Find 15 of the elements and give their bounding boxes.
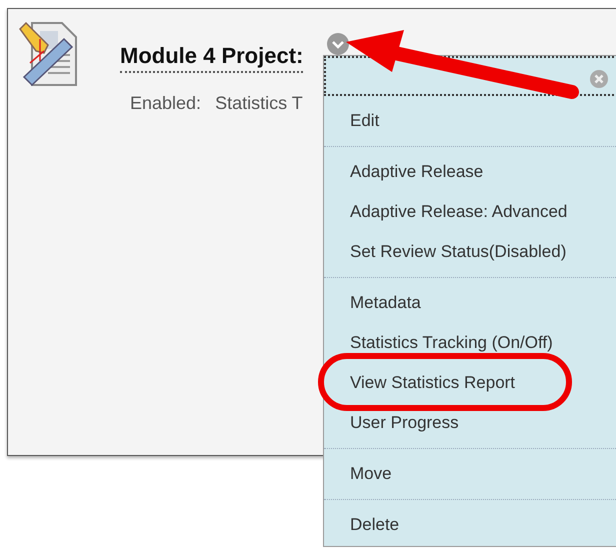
menu-item[interactable]: Adaptive Release: Advanced [324, 192, 616, 232]
menu-item[interactable]: Edit [324, 101, 616, 141]
menu-item[interactable]: Move [324, 454, 616, 494]
menu-item[interactable]: User Progress [324, 403, 616, 443]
menu-item[interactable]: Metadata [324, 283, 616, 323]
menu-item[interactable]: Set Review Status(Disabled) [324, 232, 616, 272]
menu-item[interactable]: Statistics Tracking (On/Off) [324, 323, 616, 363]
status-label: Enabled: [130, 93, 202, 114]
menu-item[interactable]: View Statistics Report [324, 363, 616, 403]
menu-item[interactable]: Delete [324, 505, 616, 545]
status-value: Statistics T [215, 93, 304, 114]
menu-item[interactable]: Adaptive Release [324, 152, 616, 192]
close-icon[interactable] [590, 70, 608, 88]
chevron-down-icon[interactable] [326, 32, 350, 56]
item-title[interactable]: Module 4 Project: [120, 43, 304, 73]
